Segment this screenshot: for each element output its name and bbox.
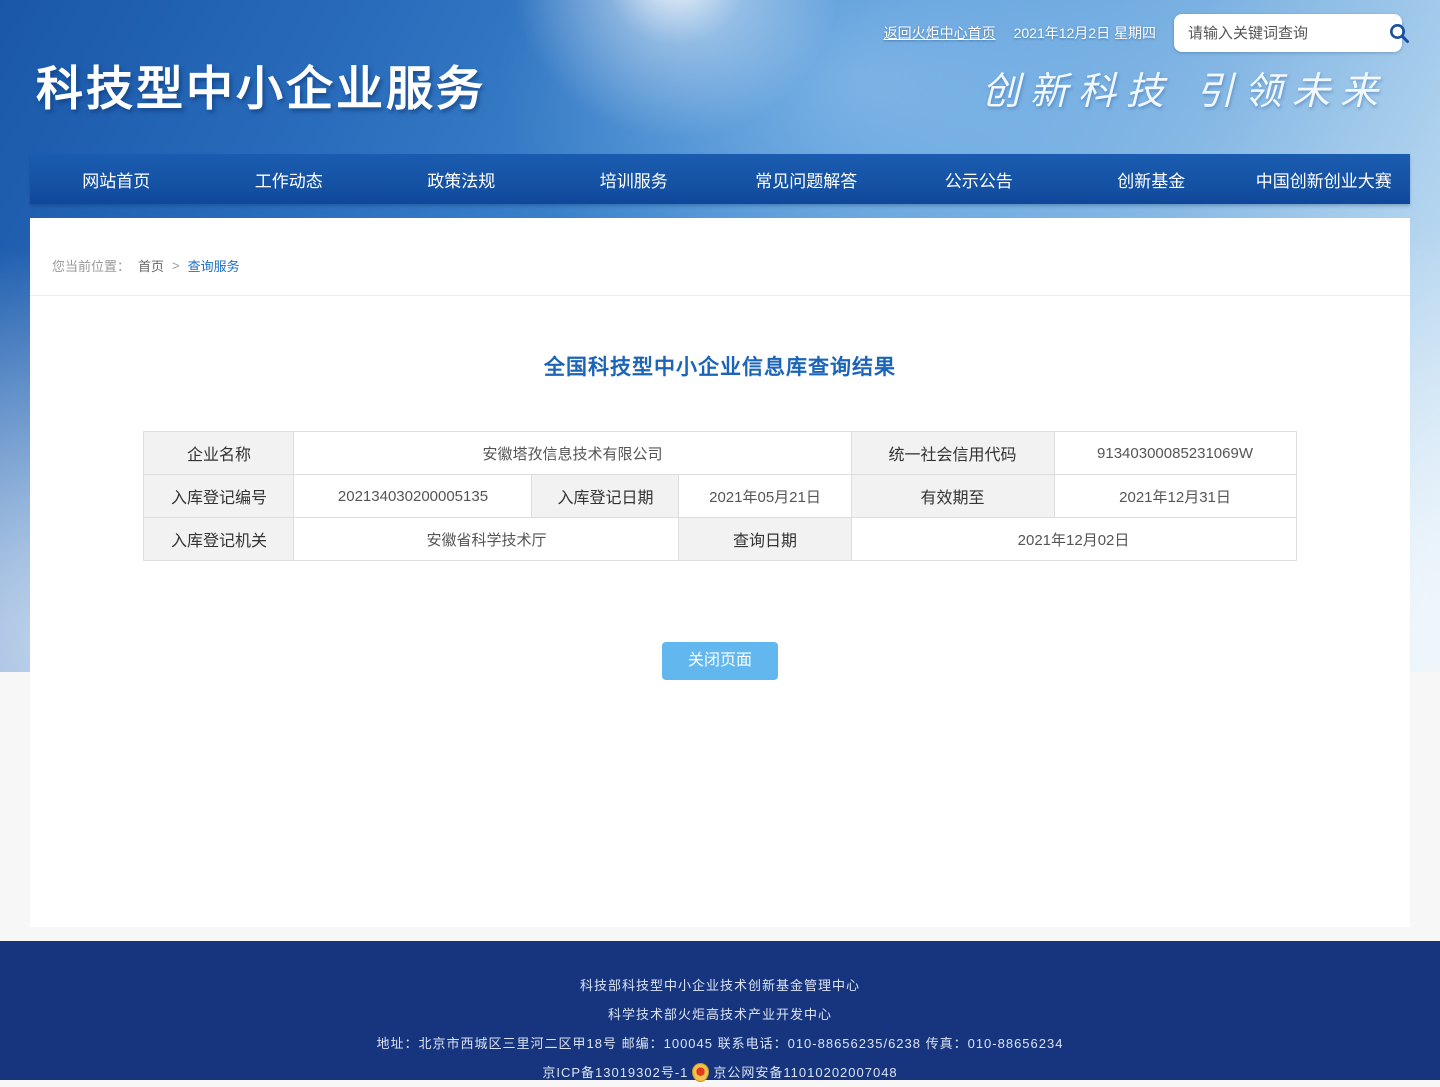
table-value-cell: 2021年12月31日 [1054,475,1296,518]
police-badge-icon [692,1063,709,1082]
table-value-cell: 91340300085231069W [1054,432,1296,475]
nav-item-2[interactable]: 政策法规 [375,154,548,204]
torch-center-home-link[interactable]: 返回火炬中心首页 [884,23,996,43]
table-row: 入库登记机关安徽省科学技术厅查询日期2021年12月02日 [144,518,1296,561]
breadcrumb-home-link[interactable]: 首页 [138,256,164,275]
current-date: 2021年12月2日 星期四 [1014,23,1156,43]
search-box [1174,14,1402,52]
table-header-cell: 有效期至 [851,475,1054,518]
table-row: 入库登记编号202134030200005135入库登记日期2021年05月21… [144,475,1296,518]
table-value-cell: 202134030200005135 [294,475,532,518]
breadcrumb-prefix: 您当前位置： [52,256,130,275]
nav-item-1[interactable]: 工作动态 [203,154,376,204]
police-record-link[interactable]: 京公网安备11010202007048 [713,1058,897,1087]
nav-item-0[interactable]: 网站首页 [30,154,203,204]
button-row: 关闭页面 [30,642,1410,680]
nav-item-6[interactable]: 创新基金 [1065,154,1238,204]
icp-record-link[interactable]: 京ICP备13019302号-1 [542,1058,688,1087]
table-value-cell: 安徽塔孜信息技术有限公司 [294,432,851,475]
top-utility-bar: 返回火炬中心首页 2021年12月2日 星期四 [884,14,1402,52]
query-result-table: 企业名称安徽塔孜信息技术有限公司统一社会信用代码9134030008523106… [143,431,1296,561]
search-button[interactable] [1387,20,1411,46]
close-page-button[interactable]: 关闭页面 [662,642,778,680]
footer-line-1: 科学技术部火炬高技术产业开发中心 [0,1000,1440,1029]
search-icon [1387,21,1411,45]
table-header-cell: 统一社会信用代码 [851,432,1054,475]
footer-line-0: 科技部科技型中小企业技术创新基金管理中心 [0,971,1440,1000]
nav-item-4[interactable]: 常见问题解答 [720,154,893,204]
breadcrumb-separator: > [172,258,180,273]
table-header-cell: 查询日期 [679,518,851,561]
table-header-cell: 入库登记机关 [144,518,294,561]
breadcrumb-current-link[interactable]: 查询服务 [188,256,240,275]
site-header: 返回火炬中心首页 2021年12月2日 星期四 科技型中小企业服务 创新科技 引… [0,0,1440,154]
nav-item-3[interactable]: 培训服务 [548,154,721,204]
site-logo-title: 科技型中小企业服务 [36,50,486,119]
table-value-cell: 2021年12月02日 [851,518,1296,561]
site-slogan: 创新科技 引领未来 [982,60,1388,115]
table-header-cell: 入库登记编号 [144,475,294,518]
main-navigation: 网站首页工作动态政策法规培训服务常见问题解答公示公告创新基金中国创新创业大赛 [30,154,1410,204]
table-value-cell: 2021年05月21日 [679,475,851,518]
site-footer: 科技部科技型中小企业技术创新基金管理中心科学技术部火炬高技术产业开发中心地址：北… [0,941,1440,1080]
table-value-cell: 安徽省科学技术厅 [294,518,679,561]
breadcrumb: 您当前位置： 首页 > 查询服务 [30,218,1410,296]
table-header-cell: 企业名称 [144,432,294,475]
page-title: 全国科技型中小企业信息库查询结果 [30,351,1410,381]
footer-icp-line: 京ICP备13019302号-1 京公网安备11010202007048 [0,1058,1440,1087]
table-row: 企业名称安徽塔孜信息技术有限公司统一社会信用代码9134030008523106… [144,432,1296,475]
table-header-cell: 入库登记日期 [532,475,679,518]
nav-item-7[interactable]: 中国创新创业大赛 [1238,154,1411,204]
nav-item-5[interactable]: 公示公告 [893,154,1066,204]
content-panel: 您当前位置： 首页 > 查询服务 全国科技型中小企业信息库查询结果 企业名称安徽… [30,218,1410,927]
search-input[interactable] [1188,25,1387,42]
footer-line-2: 地址：北京市西城区三里河二区甲18号 邮编：100045 联系电话：010-88… [0,1029,1440,1058]
